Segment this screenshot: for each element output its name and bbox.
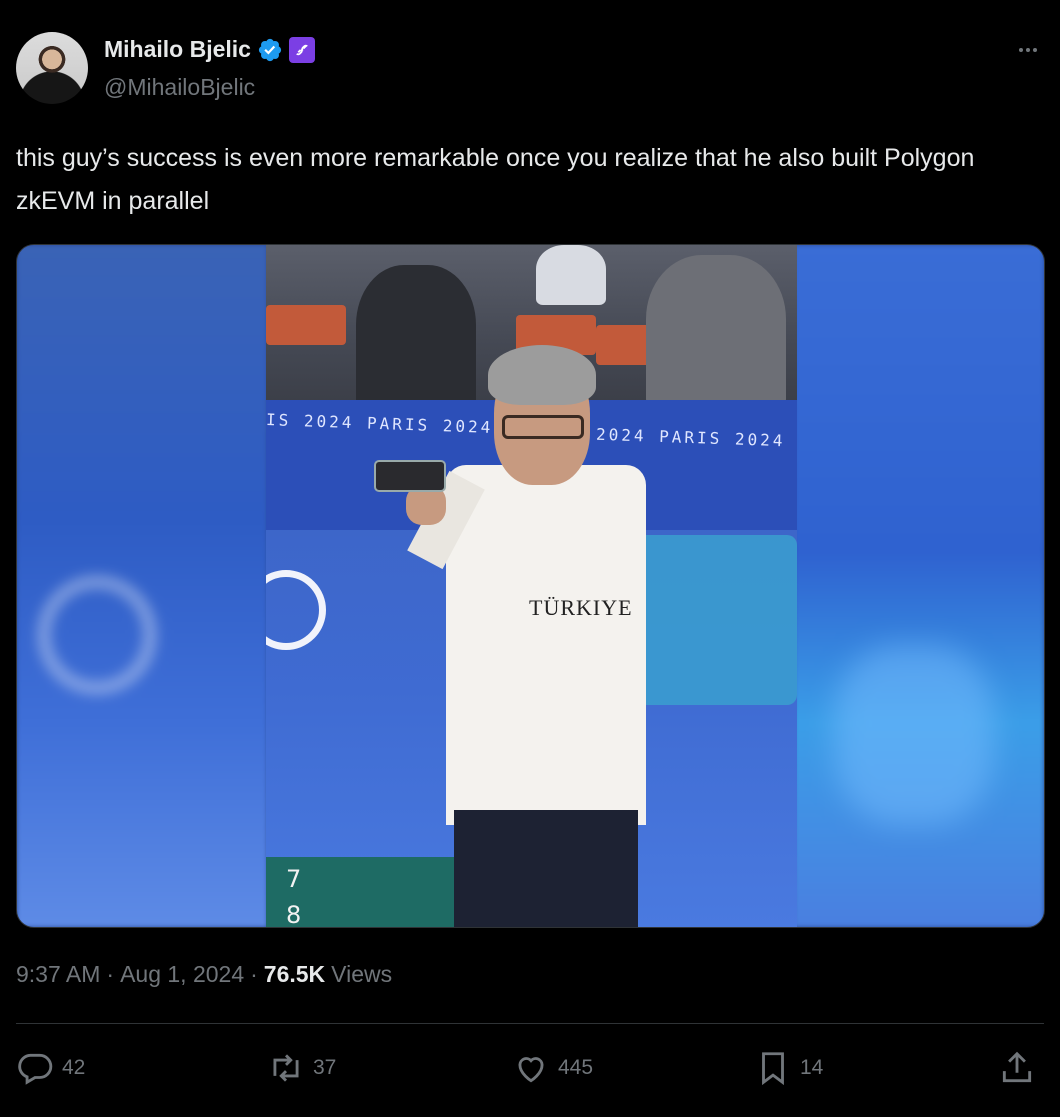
media-photo[interactable]: IS 2024 PARIS 2024 2024 PARIS 2024 7 8 T… [266, 245, 797, 928]
glasses-icon [502, 415, 584, 439]
pistol-icon [374, 460, 446, 492]
reply-button[interactable]: 42 [16, 1046, 85, 1090]
avatar[interactable] [16, 32, 88, 104]
share-button[interactable] [998, 1046, 1036, 1090]
views-label: Views [331, 961, 393, 987]
verified-badge-icon[interactable] [257, 37, 283, 63]
tweet-header: Mihailo Bjelic @MihailoBjelic [16, 32, 1044, 104]
reply-count: 42 [62, 1056, 86, 1079]
media-blur-right [794, 245, 1044, 927]
meta-separator: · [250, 961, 258, 987]
photo-panel [626, 535, 797, 705]
action-bar: 42 37 445 14 [16, 1046, 1044, 1090]
name-row: Mihailo Bjelic [104, 36, 315, 63]
like-icon [518, 1057, 544, 1083]
like-count: 445 [558, 1056, 594, 1079]
repost-count: 37 [313, 1056, 337, 1079]
banner-text-left: IS 2024 PARIS 2024 [266, 410, 494, 437]
handle[interactable]: @MihailoBjelic [104, 74, 255, 101]
shooter-hair [488, 345, 596, 405]
tweet-time[interactable]: 9:37 AM [16, 961, 100, 988]
banner-text-right: 2024 PARIS 2024 [595, 424, 786, 451]
bookmark-count: 14 [800, 1056, 824, 1079]
repost-icon [273, 1054, 299, 1082]
tweet-media[interactable]: IS 2024 PARIS 2024 2024 PARIS 2024 7 8 T… [16, 244, 1045, 928]
bookmark-button[interactable]: 14 [754, 1046, 823, 1090]
shirt-text: TÜRKIYE [529, 595, 633, 620]
divider [16, 1023, 1044, 1024]
bookmark-icon [762, 1052, 784, 1086]
share-icon [1002, 1051, 1032, 1083]
score-panel: 7 8 [266, 857, 466, 928]
affiliate-badge-icon[interactable] [288, 36, 315, 63]
shooter-shirt [446, 465, 646, 825]
score-top: 7 [286, 865, 302, 893]
reply-icon [18, 1053, 53, 1085]
repost-button[interactable]: 37 [267, 1046, 336, 1090]
media-blur-left [17, 245, 267, 927]
tweet-date[interactable]: Aug 1, 2024 [120, 961, 244, 988]
score-bottom: 8 [286, 901, 302, 928]
more-icon[interactable] [1012, 40, 1044, 60]
shooter-pants [454, 810, 638, 927]
views-count: 76.5K [263, 961, 326, 987]
like-button[interactable]: 445 [512, 1046, 593, 1090]
tweet-text: this guy’s success is even more remarkab… [16, 144, 975, 215]
tweet-meta: 9:37 AM · Aug 1, 2024 · 76.5K Views [16, 961, 392, 988]
meta-separator: · [106, 961, 115, 987]
display-name[interactable]: Mihailo Bjelic [104, 36, 251, 63]
